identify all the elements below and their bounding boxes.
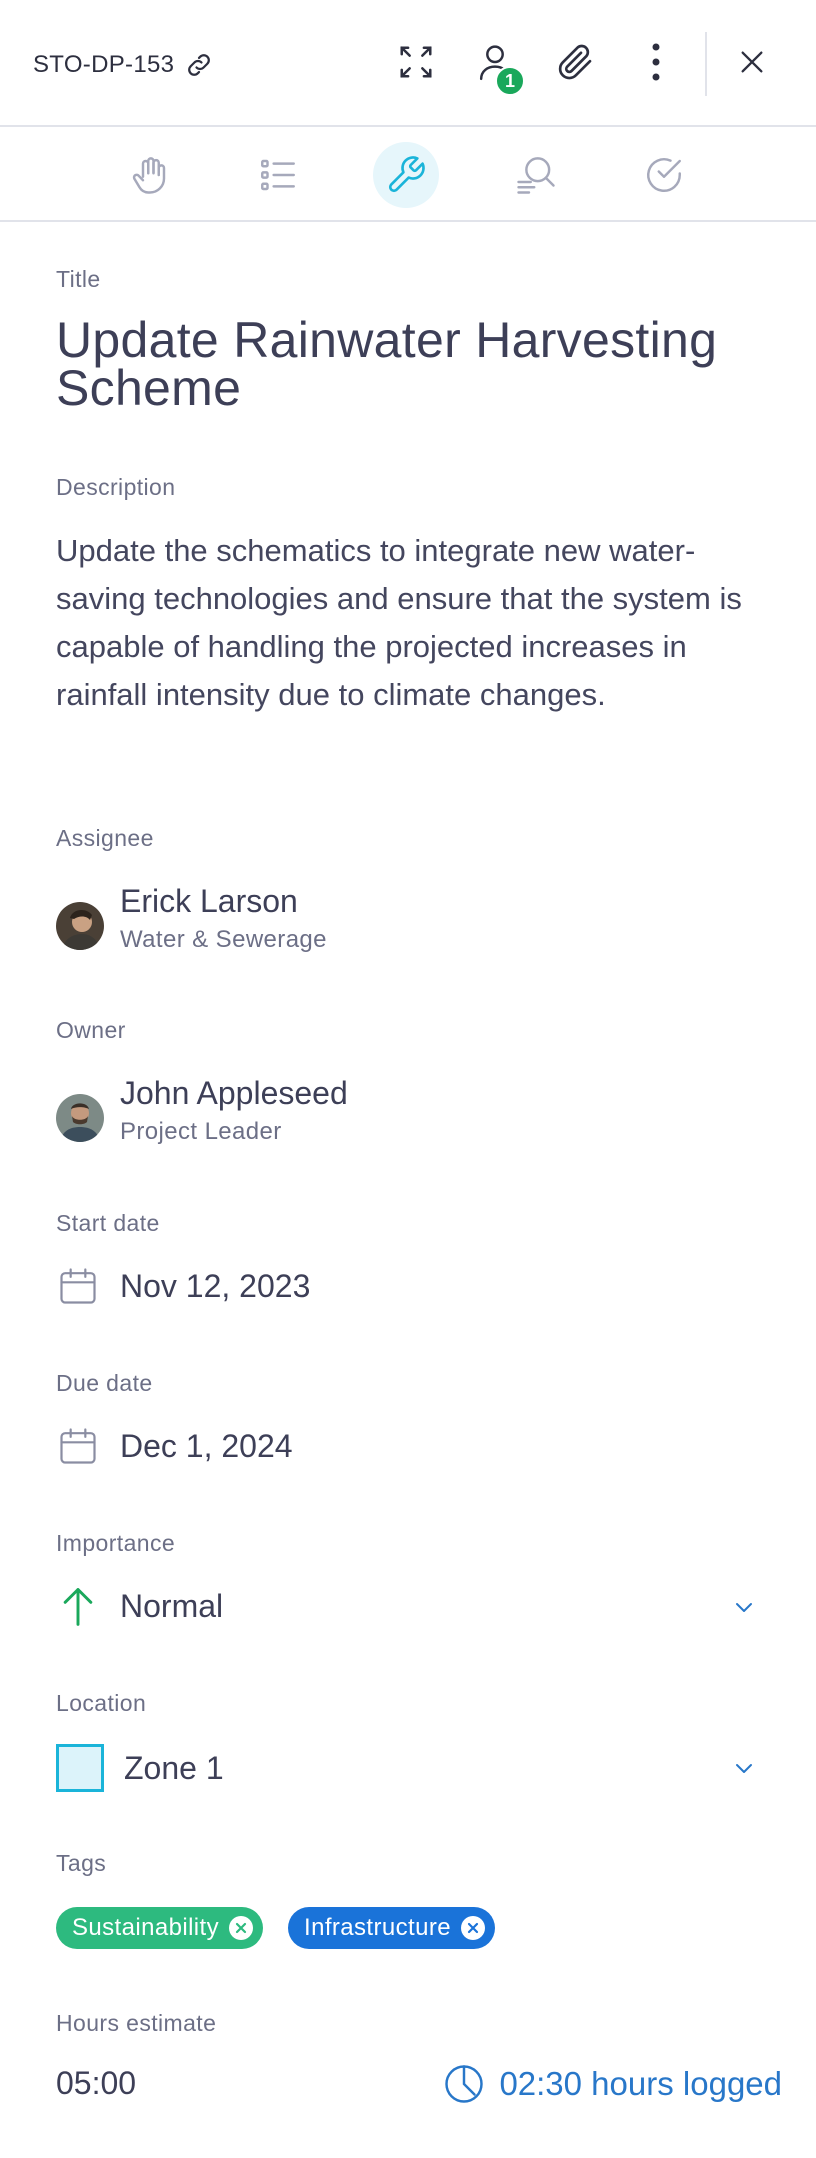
close-icon	[741, 51, 763, 73]
check-circle-icon	[647, 158, 681, 192]
title-label: Title	[56, 266, 101, 292]
tag-label: Infrastructure	[304, 1914, 451, 1941]
calendar-icon	[60, 1268, 96, 1304]
expand-button[interactable]	[384, 30, 448, 94]
header-divider	[705, 32, 707, 96]
list-icon	[261, 159, 295, 191]
owner-name: John Appleseed	[120, 1075, 348, 1111]
remove-tag-icon[interactable]	[461, 1916, 485, 1940]
owner[interactable]: John Appleseed Project Leader	[56, 1074, 348, 1146]
hours-logged-text: 02:30 hours logged	[499, 2065, 782, 2102]
attachments-button[interactable]	[543, 30, 607, 94]
assignee-label: Assignee	[56, 825, 154, 851]
task-description[interactable]: Update the schematics to integrate new w…	[56, 527, 776, 719]
location-color-swatch	[56, 1744, 104, 1792]
more-vertical-icon	[652, 43, 660, 81]
hours-estimate-value[interactable]: 05:00	[56, 2065, 136, 2102]
location-label: Location	[56, 1690, 147, 1716]
due-date-value: Dec 1, 2024	[120, 1427, 293, 1464]
importance-value: Normal	[120, 1587, 224, 1624]
avatar	[56, 902, 104, 950]
hand-icon	[132, 157, 166, 194]
location-value: Zone 1	[124, 1749, 224, 1786]
owner-label: Owner	[56, 1017, 126, 1043]
tab-review[interactable]	[503, 142, 569, 208]
arrow-up-icon	[63, 1588, 93, 1626]
hours-logged-link[interactable]: 02:30 hours logged	[443, 2063, 782, 2105]
task-id[interactable]: STO-DP-153	[33, 50, 214, 80]
tab-bar	[0, 129, 816, 222]
tab-list[interactable]	[245, 142, 311, 208]
remove-tag-icon[interactable]	[229, 1916, 254, 1940]
search-doc-icon	[517, 157, 555, 194]
tag-label: Sustainability	[72, 1914, 220, 1941]
due-date[interactable]: Dec 1, 2024	[56, 1424, 293, 1468]
tags-label: Tags	[56, 1850, 107, 1876]
description-label: Description	[56, 474, 176, 500]
calendar-icon	[60, 1428, 96, 1464]
start-date[interactable]: Nov 12, 2023	[56, 1264, 310, 1308]
task-header: STO-DP-153 1	[0, 0, 816, 127]
avatar	[56, 1094, 104, 1142]
assignee-name: Erick Larson	[120, 883, 298, 919]
tag-infrastructure[interactable]: Infrastructure	[288, 1907, 495, 1949]
location-select[interactable]: Zone 1	[56, 1744, 224, 1792]
watchers-button[interactable]: 1	[463, 30, 527, 96]
task-id-text: STO-DP-153	[33, 51, 175, 78]
watchers-badge: 1	[495, 66, 525, 96]
clock-icon	[445, 2065, 484, 2103]
assignee-role: Water & Sewerage	[120, 926, 327, 953]
due-date-label: Due date	[56, 1370, 153, 1396]
wrench-icon	[388, 156, 425, 193]
task-title[interactable]: Update Rainwater Harvesting Scheme	[56, 315, 776, 413]
start-date-label: Start date	[56, 1210, 160, 1236]
importance-select[interactable]: Normal	[56, 1584, 223, 1628]
chevron-down-icon[interactable]	[732, 1595, 756, 1619]
hours-estimate-label: Hours estimate	[56, 2010, 217, 2036]
tab-tools[interactable]	[373, 142, 439, 208]
expand-icon	[400, 46, 432, 78]
start-date-value: Nov 12, 2023	[120, 1267, 311, 1304]
chevron-down-icon[interactable]	[732, 1756, 756, 1780]
importance-label: Importance	[56, 1530, 176, 1556]
tab-complete[interactable]	[631, 142, 697, 208]
owner-role: Project Leader	[120, 1118, 282, 1145]
assignee[interactable]: Erick Larson Water & Sewerage	[56, 882, 327, 954]
tab-hand[interactable]	[117, 142, 183, 208]
tag-sustainability[interactable]: Sustainability	[56, 1907, 264, 1949]
paperclip-icon	[558, 44, 592, 80]
link-icon[interactable]	[184, 50, 214, 80]
more-options-button[interactable]	[624, 30, 688, 94]
close-button[interactable]	[720, 30, 784, 94]
